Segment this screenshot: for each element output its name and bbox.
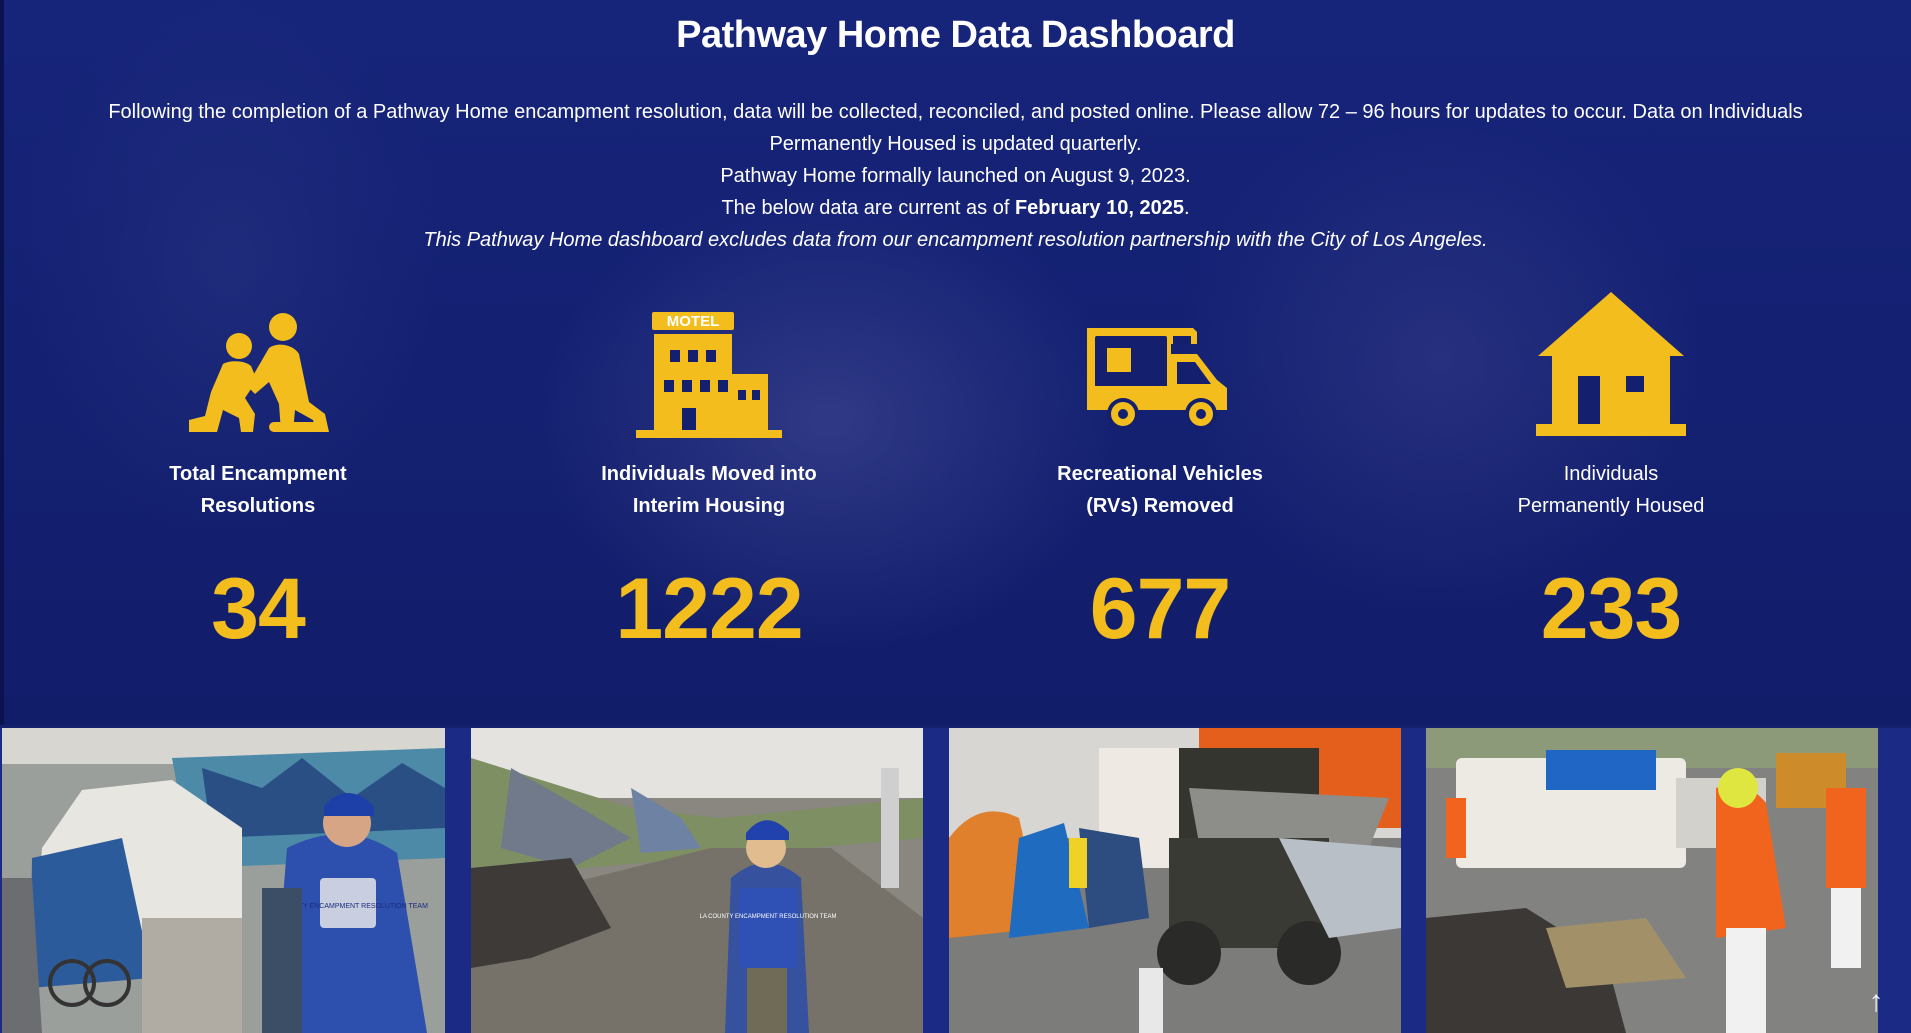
stat-label: Individuals Permanently Housed bbox=[1401, 458, 1821, 522]
intro-line-update-policy: Following the completion of a Pathway Ho… bbox=[108, 101, 1803, 155]
house-icon bbox=[1401, 290, 1821, 440]
intro-line-exclusion: This Pathway Home dashboard excludes dat… bbox=[423, 229, 1488, 251]
stat-value: 34 bbox=[211, 561, 306, 657]
rv-icon bbox=[950, 290, 1370, 440]
stat-rvs-removed: Recreational Vehicles (RVs) Removed 677 bbox=[950, 290, 1370, 659]
photo-gallery: LA COUNTY ENCAMPMENT RESOLUTION TEAM LA … bbox=[0, 728, 1911, 1033]
stat-label-line2: Resolutions bbox=[200, 495, 316, 517]
current-date-value: February 10, 2025 bbox=[1014, 197, 1184, 219]
stat-permanently-housed: Individuals Permanently Housed 233 bbox=[1401, 290, 1821, 659]
helping-person-icon bbox=[48, 290, 468, 440]
stat-label-line1: Individuals Moved into bbox=[601, 463, 817, 485]
stat-value: 1222 bbox=[615, 561, 803, 657]
stat-label-line1: Recreational Vehicles bbox=[1057, 463, 1263, 485]
stat-label-line2: (RVs) Removed bbox=[1086, 495, 1234, 517]
hero-left-edge bbox=[0, 0, 4, 725]
photo-encampment-worker-tent: LA COUNTY ENCAMPMENT RESOLUTION TEAM bbox=[2, 728, 445, 1033]
intro-line-current-date: The below data are current as of Februar… bbox=[50, 192, 1861, 224]
stat-label-line2: Interim Housing bbox=[632, 495, 786, 517]
stat-value: 233 bbox=[1540, 561, 1683, 657]
stat-interim-housing: MOTEL Individuals Moved into Interim Hou… bbox=[499, 290, 919, 659]
photo-loader-tents bbox=[949, 728, 1401, 1033]
motel-icon: MOTEL bbox=[499, 290, 919, 440]
stat-encampment-resolutions: Total Encampment Resolutions 34 bbox=[48, 290, 468, 659]
stat-value: 677 bbox=[1089, 561, 1232, 657]
stat-label-line1: Total Encampment bbox=[169, 463, 347, 485]
arrow-up-icon[interactable]: ↑ bbox=[1861, 985, 1891, 1018]
stat-label: Total Encampment Resolutions bbox=[48, 458, 468, 522]
photo-worker-street: LA COUNTY ENCAMPMENT RESOLUTION TEAM bbox=[471, 728, 923, 1033]
page-title: Pathway Home Data Dashboard bbox=[676, 14, 1235, 56]
motel-sign-text: MOTEL bbox=[667, 313, 720, 330]
intro-line-launch: Pathway Home formally launched on August… bbox=[720, 165, 1191, 187]
photo-rv-cleanup bbox=[1426, 728, 1878, 1033]
intro-text: Following the completion of a Pathway Ho… bbox=[50, 96, 1861, 256]
stat-label-line1: Individuals bbox=[1563, 463, 1659, 485]
current-date-suffix: . bbox=[1183, 197, 1190, 219]
current-date-prefix: The below data are current as of bbox=[721, 197, 1015, 219]
stat-label-line2: Permanently Housed bbox=[1517, 495, 1705, 517]
stat-label: Recreational Vehicles (RVs) Removed bbox=[950, 458, 1370, 522]
stat-label: Individuals Moved into Interim Housing bbox=[499, 458, 919, 522]
vest-text-2: LA COUNTY ENCAMPMENT RESOLUTION TEAM bbox=[699, 914, 836, 920]
